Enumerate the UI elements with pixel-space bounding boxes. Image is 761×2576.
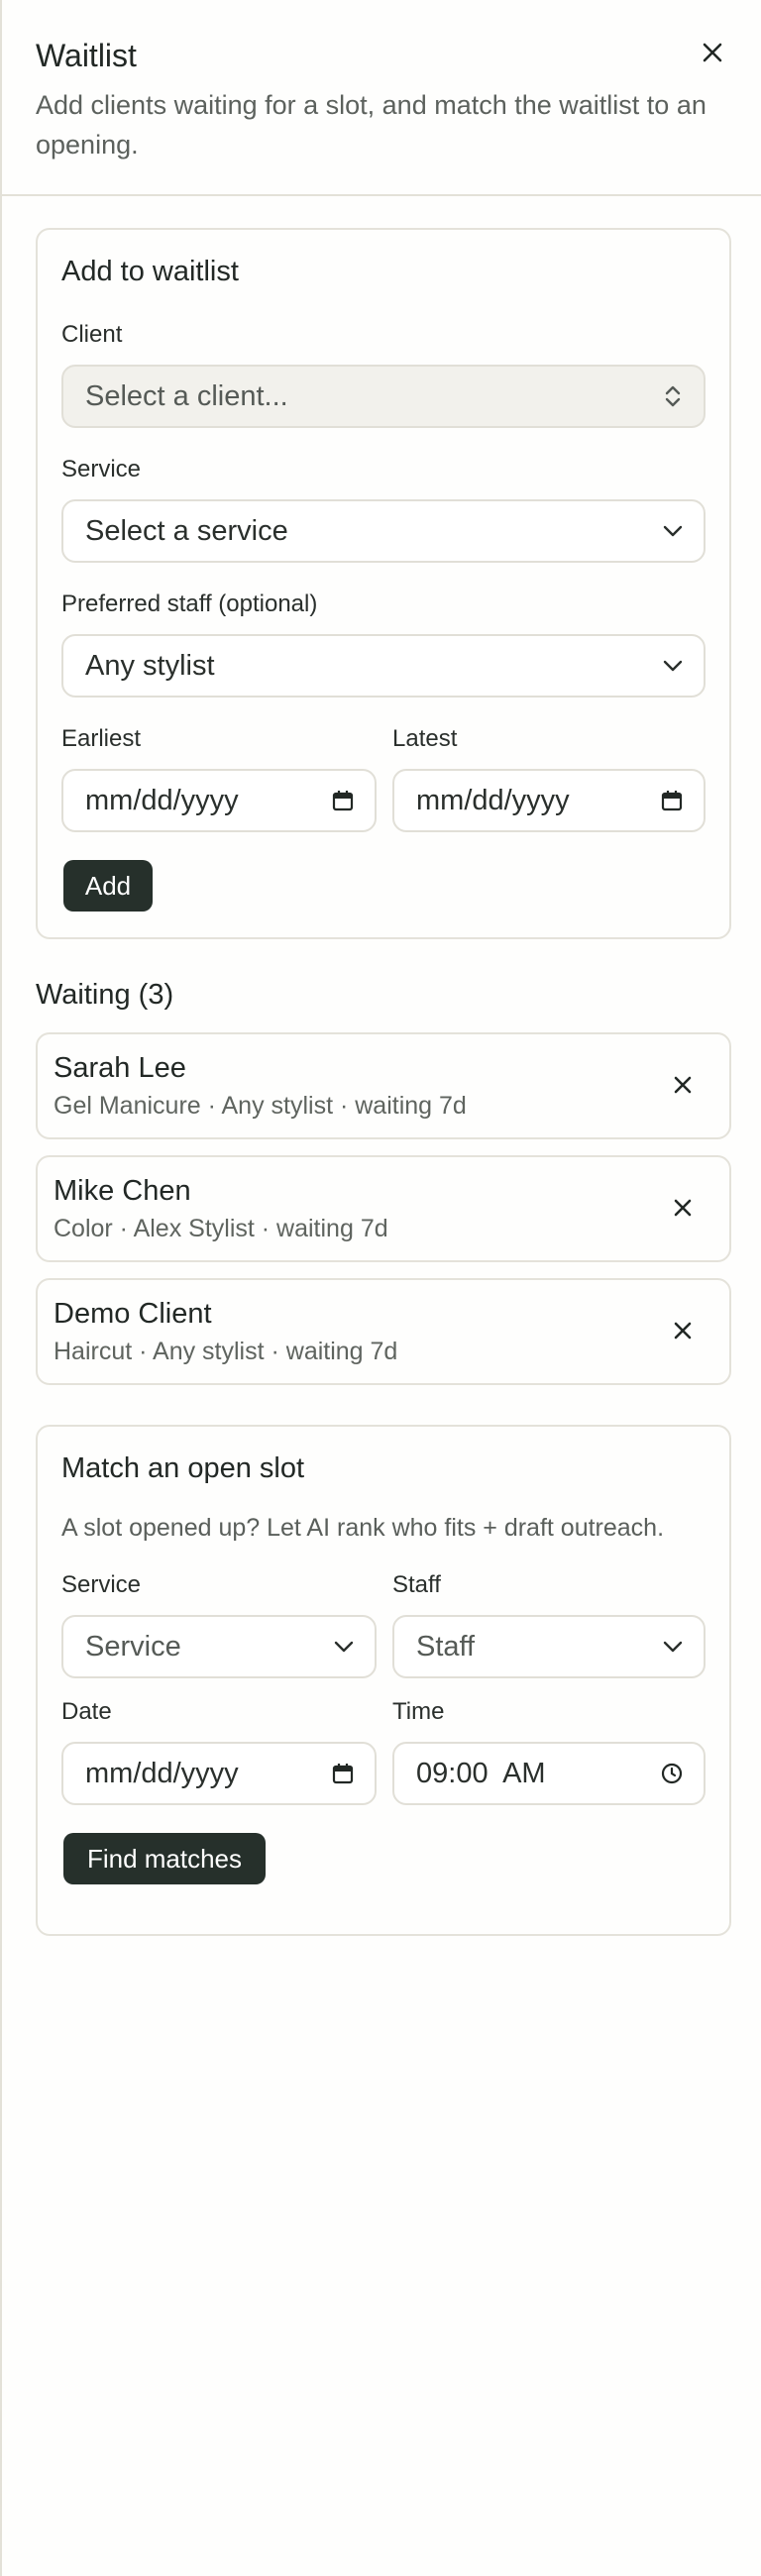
find-matches-button[interactable]: Find matches xyxy=(63,1833,266,1884)
add-form-title: Add to waitlist xyxy=(61,256,239,287)
panel-header: Waitlist Add clients waiting for a slot,… xyxy=(36,34,719,164)
service-label: Service xyxy=(61,456,142,483)
earliest-label: Earliest xyxy=(61,725,142,752)
earliest-date-value: mm/dd/yyyy xyxy=(85,784,239,816)
match-time-value: 09:00 AM xyxy=(416,1757,546,1789)
match-time-label: Time xyxy=(392,1698,445,1725)
match-staff-label: Staff xyxy=(392,1571,441,1598)
client-meta: Gel Manicure · Any stylist · waiting 7d xyxy=(54,1092,467,1120)
client-name: Demo Client xyxy=(54,1298,212,1330)
service-select-placeholder: Select a service xyxy=(85,514,288,547)
remove-icon[interactable] xyxy=(666,1068,700,1102)
chevron-down-icon xyxy=(662,524,684,538)
clock-icon[interactable] xyxy=(660,1762,684,1785)
preferred-staff-value: Any stylist xyxy=(85,649,215,682)
add-button[interactable]: Add xyxy=(63,860,153,912)
match-staff-placeholder: Staff xyxy=(416,1630,476,1663)
match-staff-select[interactable]: Staff xyxy=(392,1615,706,1678)
client-select-placeholder: Select a client... xyxy=(85,379,288,412)
match-open-slot-card: Match an open slot A slot opened up? Let… xyxy=(36,1425,731,1936)
client-name: Mike Chen xyxy=(54,1175,191,1207)
close-icon[interactable] xyxy=(696,36,729,69)
client-label: Client xyxy=(61,321,123,348)
calendar-icon[interactable] xyxy=(660,789,684,812)
chevron-down-icon xyxy=(662,659,684,673)
latest-date-input[interactable]: mm/dd/yyyy xyxy=(392,769,706,832)
match-date-value: mm/dd/yyyy xyxy=(85,1757,239,1789)
client-meta: Color · Alex Stylist · waiting 7d xyxy=(54,1215,388,1242)
header-divider xyxy=(2,194,761,196)
match-service-label: Service xyxy=(61,1571,142,1598)
latest-date-value: mm/dd/yyyy xyxy=(416,784,570,816)
calendar-icon[interactable] xyxy=(331,1762,355,1785)
match-hint: A slot opened up? Let AI rank who fits +… xyxy=(61,1514,665,1542)
chevron-up-down-icon xyxy=(662,382,684,410)
latest-label: Latest xyxy=(392,725,458,752)
chevron-down-icon xyxy=(662,1640,684,1654)
match-time-input[interactable]: 09:00 AM xyxy=(392,1742,706,1805)
page-title: Waitlist xyxy=(36,38,137,73)
match-date-label: Date xyxy=(61,1698,112,1725)
remove-icon[interactable] xyxy=(666,1314,700,1347)
waitlist-panel: Waitlist Add clients waiting for a slot,… xyxy=(0,0,761,2576)
match-service-select[interactable]: Service xyxy=(61,1615,377,1678)
list-item[interactable]: Mike Chen Color · Alex Stylist · waiting… xyxy=(36,1155,731,1262)
client-name: Sarah Lee xyxy=(54,1052,186,1084)
waiting-section-title: Waiting (3) xyxy=(36,979,174,1011)
earliest-date-input[interactable]: mm/dd/yyyy xyxy=(61,769,377,832)
chevron-down-icon xyxy=(333,1640,355,1654)
page-subtitle: Add clients waiting for a slot, and matc… xyxy=(36,90,707,160)
service-select[interactable]: Select a service xyxy=(61,499,706,563)
calendar-icon[interactable] xyxy=(331,789,355,812)
match-service-placeholder: Service xyxy=(85,1630,181,1663)
list-item[interactable]: Demo Client Haircut · Any stylist · wait… xyxy=(36,1278,731,1385)
match-date-input[interactable]: mm/dd/yyyy xyxy=(61,1742,377,1805)
preferred-staff-select[interactable]: Any stylist xyxy=(61,634,706,698)
match-form-title: Match an open slot xyxy=(61,1452,305,1484)
client-select[interactable]: Select a client... xyxy=(61,365,706,428)
preferred-staff-label: Preferred staff (optional) xyxy=(61,590,318,617)
remove-icon[interactable] xyxy=(666,1191,700,1225)
list-item[interactable]: Sarah Lee Gel Manicure · Any stylist · w… xyxy=(36,1032,731,1139)
add-to-waitlist-card: Add to waitlist Client Select a client..… xyxy=(36,228,731,939)
client-meta: Haircut · Any stylist · waiting 7d xyxy=(54,1338,398,1365)
